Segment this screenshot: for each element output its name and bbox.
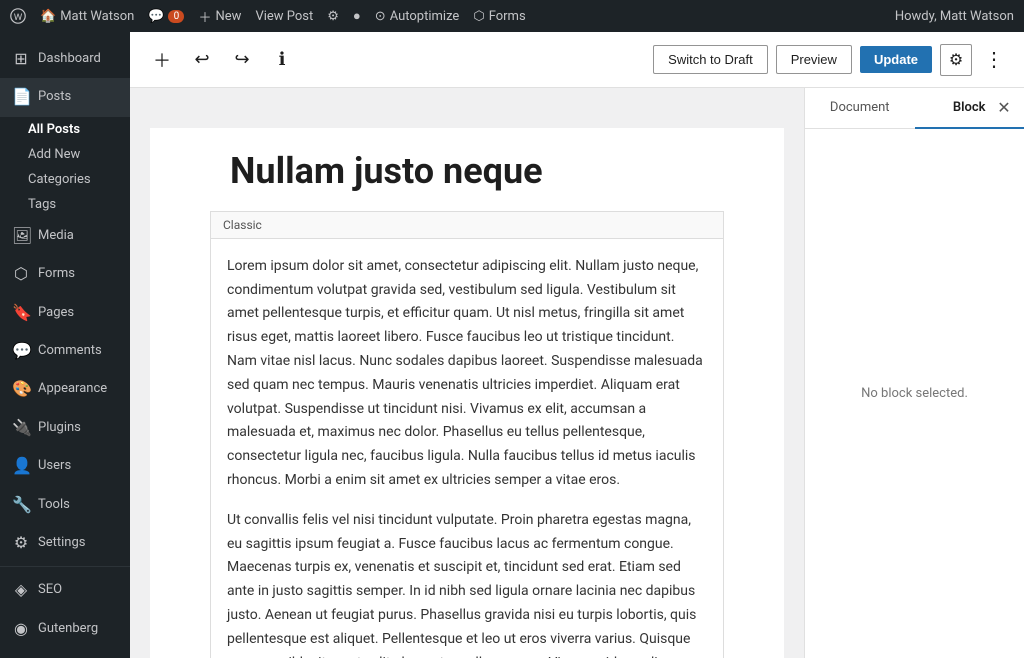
- classic-block[interactable]: Classic Lorem ipsum dolor sit amet, cons…: [210, 211, 724, 658]
- site-name-link[interactable]: 🏠 Matt Watson: [40, 9, 134, 24]
- comment-icon: 💬: [148, 9, 164, 24]
- panel-close-button[interactable]: ✕: [992, 96, 1016, 120]
- tools-icon: 🔧: [12, 494, 30, 516]
- sidebar-item-tools[interactable]: 🔧 Tools: [0, 486, 130, 524]
- sidebar-subitem-categories[interactable]: Categories: [0, 167, 130, 192]
- tab-document[interactable]: Document: [805, 88, 915, 129]
- sidebar-item-settings[interactable]: ⚙ Settings: [0, 524, 130, 562]
- editor-toolbar: ＋ ↩ ↪ ℹ Switch to Draft Preview Update ⚙…: [130, 32, 1024, 88]
- sidebar-item-seo[interactable]: ◈ SEO: [0, 571, 130, 609]
- autoptimize-icon: ⊙: [375, 9, 386, 24]
- pages-icon: 🔖: [12, 302, 30, 324]
- sidebar-item-media[interactable]: 🖼 Media: [0, 217, 130, 255]
- sidebar-item-posts[interactable]: 📄 Posts: [0, 78, 130, 116]
- howdy-label: Howdy, Matt Watson: [895, 9, 1014, 24]
- sidebar-subitem-tags[interactable]: Tags: [0, 192, 130, 217]
- editor-body[interactable]: Nullam justo neque Classic Lorem ipsum d…: [130, 88, 804, 658]
- users-icon: 👤: [12, 455, 30, 477]
- media-icon: 🖼: [12, 225, 30, 247]
- wp-logo-link[interactable]: W: [10, 8, 26, 24]
- plus-icon: ＋: [198, 7, 211, 26]
- sidebar-subitem-add-new[interactable]: Add New: [0, 142, 130, 167]
- main-area: ＋ ↩ ↪ ℹ Switch to Draft Preview Update ⚙…: [130, 32, 1024, 658]
- new-content-link[interactable]: ＋ New: [198, 7, 241, 26]
- forms-sidebar-icon: ⬡: [12, 263, 30, 285]
- update-button[interactable]: Update: [860, 46, 932, 73]
- sidebar-item-forms[interactable]: ⬡ Forms: [0, 255, 130, 293]
- sidebar-divider1: [0, 566, 130, 567]
- wp-logo2-link[interactable]: ⚙: [327, 9, 339, 24]
- circle-link[interactable]: ●: [353, 8, 361, 24]
- appearance-icon: 🎨: [12, 378, 30, 400]
- add-block-button[interactable]: ＋: [146, 44, 178, 76]
- classic-block-label: Classic: [211, 212, 723, 239]
- gutenberg-icon: ◉: [12, 618, 30, 640]
- main-layout: ⊞ Dashboard 📄 Posts All Posts Add New Ca…: [0, 32, 1024, 658]
- editor-content-area: Nullam justo neque Classic Lorem ipsum d…: [130, 88, 1024, 658]
- home-icon: 🏠: [40, 9, 56, 24]
- sidebar-item-plugins[interactable]: 🔌 Plugins: [0, 409, 130, 447]
- view-post-link[interactable]: View Post: [255, 9, 313, 24]
- sidebar-item-users[interactable]: 👤 Users: [0, 447, 130, 485]
- posts-icon: 📄: [12, 86, 30, 108]
- sidebar: ⊞ Dashboard 📄 Posts All Posts Add New Ca…: [0, 32, 130, 658]
- admin-bar: W 🏠 Matt Watson 💬 0 ＋ New View Post ⚙ ● …: [0, 0, 1024, 32]
- sidebar-item-atomic-blocks[interactable]: ⬡ Atomic Blocks: [0, 648, 130, 658]
- editor-post: Nullam justo neque Classic Lorem ipsum d…: [150, 128, 784, 658]
- redo-button[interactable]: ↪: [226, 44, 258, 76]
- paragraph-2: Ut convallis felis vel nisi tincidunt vu…: [227, 509, 707, 658]
- autoptimize-link[interactable]: ⊙ Autoptimize: [375, 9, 460, 24]
- sidebar-item-dashboard[interactable]: ⊞ Dashboard: [0, 40, 130, 78]
- svg-text:W: W: [14, 12, 23, 23]
- settings-icon: ⚙: [12, 532, 30, 554]
- right-panel-body: No block selected.: [805, 129, 1024, 658]
- sidebar-item-comments[interactable]: 💬 Comments: [0, 332, 130, 370]
- sidebar-item-pages[interactable]: 🔖 Pages: [0, 294, 130, 332]
- seo-icon: ◈: [12, 579, 30, 601]
- forms-link[interactable]: ⬡ Forms: [473, 9, 525, 24]
- preview-button[interactable]: Preview: [776, 45, 852, 74]
- comments-link[interactable]: 💬 0: [148, 9, 184, 24]
- classic-block-content: Lorem ipsum dolor sit amet, consectetur …: [211, 239, 723, 658]
- plugins-icon: 🔌: [12, 417, 30, 439]
- settings-gear-button[interactable]: ⚙: [940, 44, 972, 76]
- sidebar-item-appearance[interactable]: 🎨 Appearance: [0, 370, 130, 408]
- post-title: Nullam justo neque: [150, 128, 784, 211]
- no-block-selected-label: No block selected.: [861, 386, 968, 401]
- sidebar-item-gutenberg[interactable]: ◉ Gutenberg: [0, 610, 130, 648]
- paragraph-1: Lorem ipsum dolor sit amet, consectetur …: [227, 255, 707, 493]
- wp-icon2: ⚙: [327, 9, 339, 24]
- sidebar-subitem-all-posts[interactable]: All Posts: [0, 117, 130, 142]
- forms-icon: ⬡: [473, 9, 484, 24]
- undo-button[interactable]: ↩: [186, 44, 218, 76]
- dashboard-icon: ⊞: [12, 48, 30, 70]
- right-panel: Document Block ✕ No block selected.: [804, 88, 1024, 658]
- more-options-button[interactable]: ⋮: [980, 43, 1008, 76]
- toolbar-right: Switch to Draft Preview Update ⚙ ⋮: [653, 43, 1008, 76]
- comments-sidebar-icon: 💬: [12, 340, 30, 362]
- switch-to-draft-button[interactable]: Switch to Draft: [653, 45, 768, 74]
- info-button[interactable]: ℹ: [266, 44, 298, 76]
- right-panel-tabs: Document Block ✕: [805, 88, 1024, 129]
